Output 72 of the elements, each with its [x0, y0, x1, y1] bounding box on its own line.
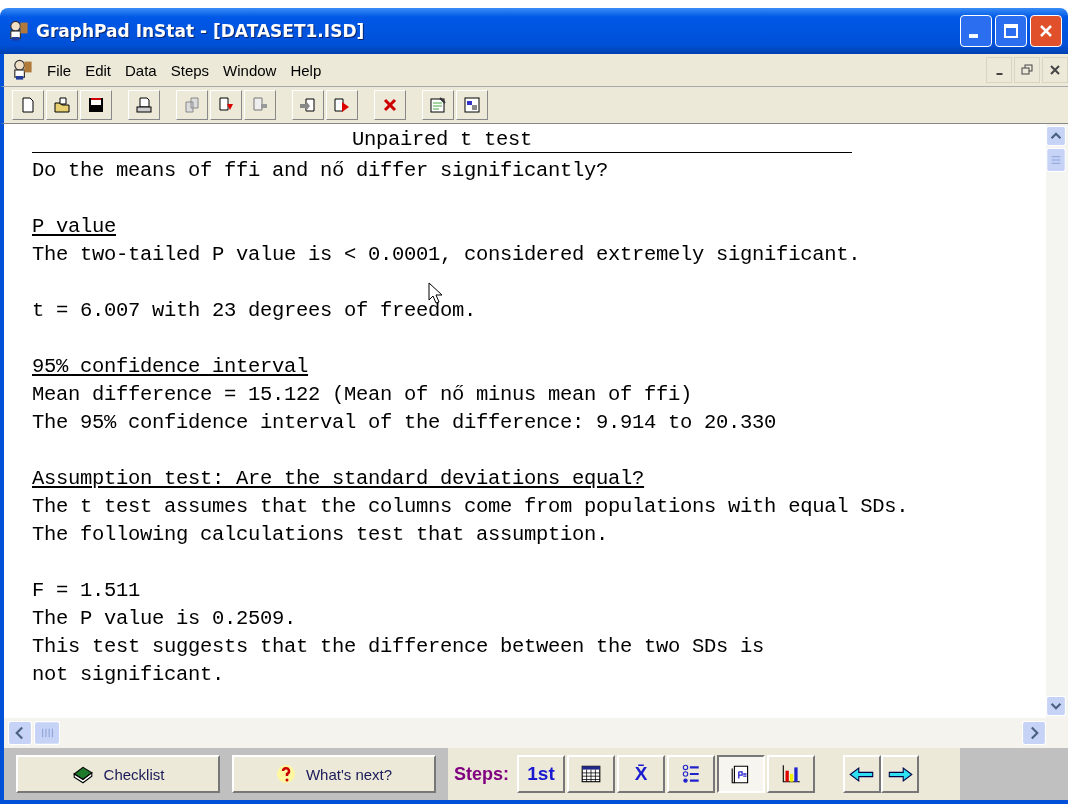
result-text: F = 1.511 — [32, 579, 141, 602]
forward-button[interactable] — [881, 755, 919, 793]
copy-icon — [182, 95, 202, 115]
import-icon — [298, 95, 318, 115]
steps-label: Steps: — [454, 763, 509, 785]
right-arrow-icon — [887, 766, 913, 782]
delete-button[interactable] — [374, 90, 406, 120]
left-arrow-icon — [849, 766, 875, 782]
menu-item[interactable]: Window — [216, 61, 284, 79]
step-button[interactable]: 1st — [517, 755, 565, 793]
scroll-left-button[interactable] — [8, 721, 32, 745]
scroll-right-button[interactable] — [1022, 721, 1046, 745]
section-heading: P value — [32, 215, 116, 238]
checklist-button[interactable]: Checklist — [16, 755, 220, 793]
vertical-scrollbar[interactable] — [1046, 124, 1068, 718]
result-text: The 95% confidence interval of the difference: 9.914 to 20.330 — [32, 411, 777, 434]
save-button[interactable] — [80, 90, 112, 120]
transfer-button[interactable] — [244, 90, 276, 120]
layout-icon — [462, 95, 482, 115]
menu-item[interactable]: Help — [283, 61, 329, 79]
section-heading: 95% confidence interval — [32, 355, 309, 378]
results-heading: Unpaired t test — [352, 128, 532, 151]
notes-button[interactable] — [422, 90, 454, 120]
maximize-button[interactable] — [995, 15, 1027, 47]
result-text: t = 6.007 with 23 degrees of freedom. — [32, 299, 477, 322]
result-text: not significant. — [32, 663, 225, 686]
step-button[interactable]: X̄ — [617, 755, 665, 793]
window-title: GraphPad InStat - [DATASET1.ISD] — [36, 21, 365, 41]
result-text: The t test assumes that the columns come from populations with equal SDs. — [32, 495, 909, 518]
horizontal-scrollbar[interactable] — [0, 718, 1068, 748]
scroll-up-button[interactable] — [1046, 126, 1066, 146]
result-text: Mean difference = 15.122 (Mean of nő minus mean of ffi) — [32, 383, 693, 406]
minimize-icon — [969, 34, 978, 38]
scroll-down-button[interactable] — [1046, 696, 1066, 716]
menu-item[interactable]: Steps — [163, 61, 217, 79]
bar-chart-icon — [780, 763, 802, 785]
maximize-icon — [1001, 21, 1021, 41]
back-button[interactable] — [843, 755, 881, 793]
whats-next-button[interactable]: What's next? — [232, 755, 436, 793]
minimize-icon — [995, 73, 1003, 75]
step-results-button[interactable] — [717, 755, 765, 793]
notepad-icon — [428, 95, 448, 115]
close-icon — [1049, 64, 1061, 76]
restore-icon — [1021, 64, 1033, 76]
menu-item[interactable]: File — [40, 61, 79, 79]
open-button[interactable] — [46, 90, 78, 120]
paste-button[interactable] — [210, 90, 242, 120]
export-button[interactable] — [326, 90, 358, 120]
result-text: The P value is 0.2509. — [32, 607, 297, 630]
import-button[interactable] — [292, 90, 324, 120]
menu-item[interactable]: Edit — [78, 61, 119, 79]
layout-button[interactable] — [456, 90, 488, 120]
section-heading: Assumption test: Are the standard deviations equal? — [32, 467, 645, 490]
scroll-thumb[interactable] — [1046, 148, 1066, 172]
step-table-button[interactable] — [567, 755, 615, 793]
copy-button[interactable] — [176, 90, 208, 120]
step-graph-button[interactable] — [767, 755, 815, 793]
list-icon — [680, 763, 702, 785]
table-icon — [580, 763, 602, 785]
step-list-button[interactable] — [667, 755, 715, 793]
printer-icon — [134, 95, 154, 115]
result-text: The following calculations test that assumption. — [32, 523, 609, 546]
print-button[interactable] — [128, 90, 160, 120]
result-text: This test suggests that the difference between the two SDs is — [32, 635, 765, 658]
result-text: Do the means of ffi and nő differ significantly? — [32, 159, 609, 182]
close-button[interactable] — [1042, 57, 1068, 83]
scroll-thumb[interactable] — [34, 721, 60, 745]
result-text: The two-tailed P value is < 0.0001, considered extremely significant. — [32, 243, 861, 266]
menu-item[interactable]: Data — [118, 61, 164, 79]
question-mark-icon — [275, 764, 296, 784]
new-file-button[interactable] — [12, 90, 44, 120]
folder-icon — [52, 95, 72, 115]
